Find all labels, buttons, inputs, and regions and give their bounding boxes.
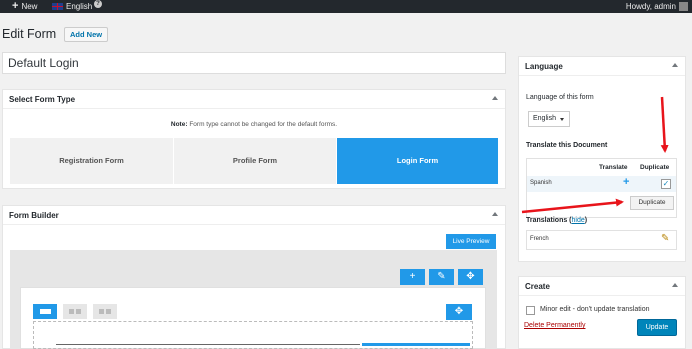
translate-column-header: Translate [599, 164, 628, 171]
move-icon[interactable]: ✥ [458, 269, 483, 285]
registration-form-option[interactable]: Registration Form [10, 138, 173, 184]
profile-form-option[interactable]: Profile Form [174, 138, 336, 184]
three-column-icon[interactable] [93, 304, 117, 319]
spanish-label: Spanish [530, 180, 552, 186]
collapse-toggle-icon[interactable] [492, 212, 498, 216]
field-accent-bar [362, 343, 470, 346]
note-bold: Note: [170, 121, 188, 128]
minor-edit-checkbox[interactable] [526, 306, 535, 315]
howdy-label: Howdy, admin [625, 2, 676, 11]
duplicate-checkbox[interactable]: ✓ [661, 179, 671, 189]
edit-translation-pencil-icon[interactable]: ✎ [661, 234, 669, 244]
two-column-icon[interactable] [63, 304, 87, 319]
new-content-menu[interactable]: + New [12, 0, 37, 13]
delete-permanently-link[interactable]: Delete Permanently [524, 322, 585, 329]
translations-label: Translations [526, 217, 568, 224]
duplicate-column-header: Duplicate [640, 164, 670, 171]
collapse-toggle-icon[interactable] [672, 63, 678, 67]
translations-label-row: Translations (hide) [526, 217, 588, 224]
one-column-icon[interactable] [33, 304, 57, 319]
field-divider [56, 344, 360, 345]
update-button[interactable]: Update [637, 319, 677, 336]
language-select[interactable]: English [528, 111, 570, 127]
form-type-note: Note: Form type cannot be changed for th… [3, 121, 505, 128]
french-label: French [530, 236, 549, 242]
select-form-type-heading: Select Form Type [3, 90, 505, 109]
page-title: Edit Form [2, 27, 57, 41]
account-menu[interactable]: Howdy, admin [626, 0, 688, 13]
add-translation-icon[interactable]: + [623, 177, 629, 188]
row-move-icon[interactable]: ✥ [446, 304, 472, 320]
add-new-button[interactable]: Add New [64, 27, 109, 42]
live-preview-button[interactable]: Live Preview [446, 234, 496, 249]
add-row-icon[interactable]: + [400, 269, 425, 285]
new-label: New [21, 2, 38, 11]
select-form-type-box: Select Form Type Note: Form type cannot … [2, 89, 506, 189]
translate-heading: Translate this Document [526, 142, 608, 149]
collapse-toggle-icon[interactable] [672, 283, 678, 287]
hide-link[interactable]: hide [572, 217, 585, 224]
edit-pencil-icon[interactable]: ✎ [429, 269, 454, 285]
help-menu[interactable]: ? [94, 0, 102, 8]
form-builder-heading: Form Builder [3, 206, 505, 225]
form-title-input[interactable]: Default Login [2, 52, 506, 74]
minor-edit-label: Minor edit - don't update translation [540, 306, 650, 313]
language-heading: Language [519, 57, 685, 76]
help-icon: ? [94, 0, 102, 8]
uk-flag-icon [52, 3, 63, 10]
avatar [679, 2, 688, 11]
duplicate-tooltip: Duplicate [630, 196, 674, 210]
language-switcher[interactable]: English [52, 0, 92, 13]
language-of-form-label: Language of this form [526, 94, 594, 101]
login-form-option[interactable]: Login Form [337, 138, 498, 184]
plus-icon: + [12, 0, 19, 12]
admin-bar: + New English ? Howdy, admin [0, 0, 692, 13]
language-label: English [66, 2, 93, 11]
collapse-toggle-icon[interactable] [492, 96, 498, 100]
note-text: Form type cannot be changed for the defa… [189, 121, 338, 128]
create-heading: Create [519, 277, 685, 296]
